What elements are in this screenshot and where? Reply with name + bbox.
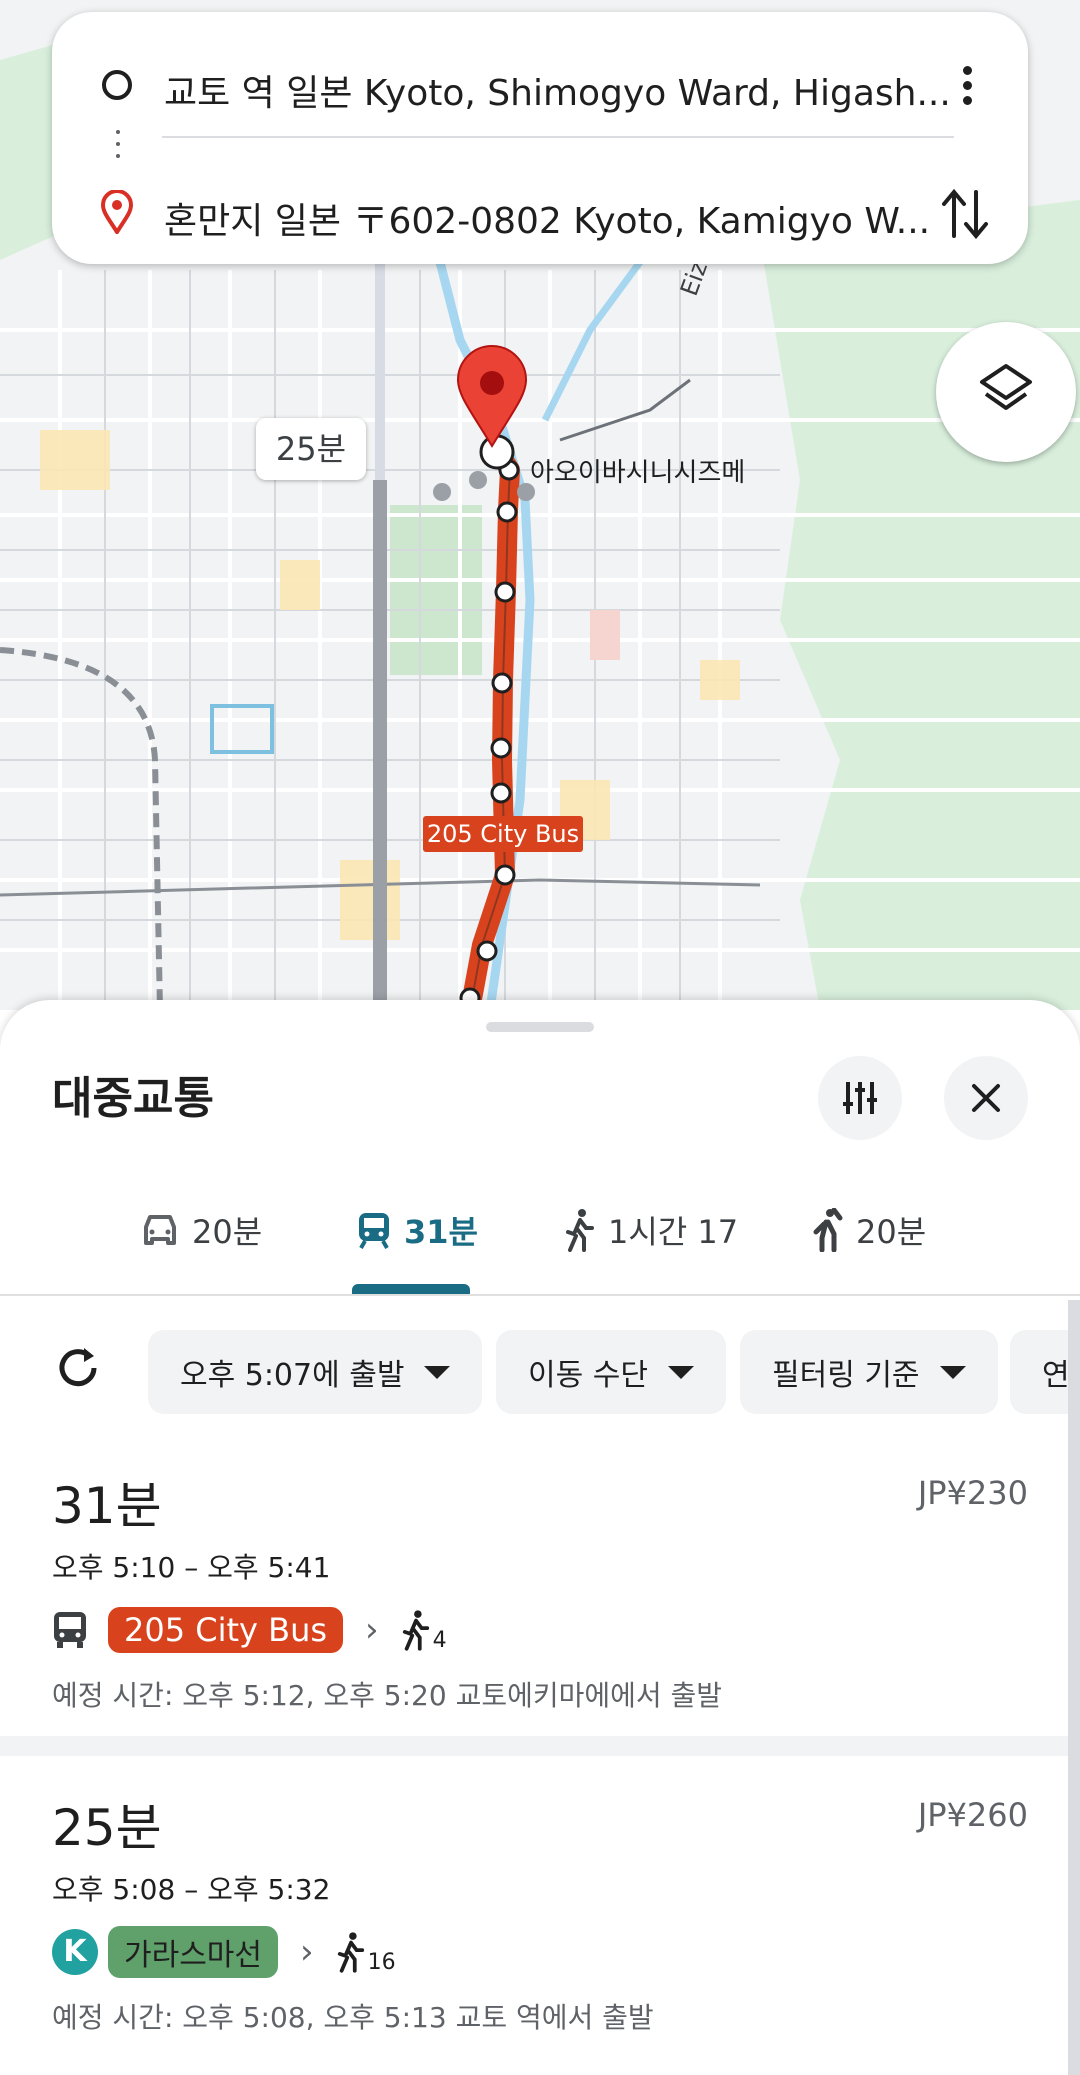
- chevron-down-icon: [939, 1365, 966, 1379]
- active-tab-indicator: [352, 1284, 470, 1294]
- tab-walking[interactable]: 1시간 17: [564, 1190, 738, 1270]
- route-options-button[interactable]: [818, 1056, 902, 1140]
- map-poi-label: 아오이바시니시즈메: [530, 458, 746, 488]
- filter-chips: 오후 5:07에 출발 이동 수단 필터링 기준 연결: [0, 1328, 1080, 1414]
- close-icon: [972, 1084, 1000, 1112]
- chevron-down-icon: [424, 1365, 451, 1379]
- route-steps: 205 City Bus › 4: [52, 1600, 447, 1660]
- route-separator: [0, 1736, 1068, 1756]
- filter-label: 필터링 기준: [772, 1358, 920, 1393]
- refresh-icon[interactable]: [54, 1344, 102, 1396]
- sheet-drag-handle[interactable]: [486, 1022, 594, 1032]
- close-button[interactable]: [944, 1056, 1028, 1140]
- tab-ride-hail-label: 20분: [856, 1213, 927, 1251]
- route-duration: 25분: [52, 1799, 162, 1857]
- directions-card: 교토 역 일본 Kyoto, Shimogyo Ward, Higash... …: [52, 12, 1028, 264]
- route-duration: 31분: [52, 1477, 162, 1535]
- origin-field[interactable]: 교토 역 일본 Kyoto, Shimogyo Ward, Higash...: [164, 64, 964, 116]
- ride-hail-icon: [813, 1208, 843, 1252]
- transit-icon: [359, 1213, 389, 1249]
- route-price: JP¥230: [917, 1474, 1028, 1512]
- tab-driving-label: 20분: [192, 1213, 263, 1251]
- route-option[interactable]: 31분 JP¥230 오후 5:10 – 오후 5:41 205 City Bu…: [0, 1452, 1068, 1732]
- chevron-right-icon: ›: [365, 1610, 379, 1650]
- destination-field[interactable]: 혼만지 일본 〒602-0802 Kyoto, Kamigyo W...: [164, 192, 964, 244]
- swap-icon[interactable]: [940, 186, 990, 246]
- route-departure-note: 예정 시간: 오후 5:08, 오후 5:13 교토 역에서 출발: [52, 2001, 654, 2034]
- subway-line-name: 가라스마선: [108, 1926, 278, 1978]
- chevron-down-icon: [667, 1365, 694, 1379]
- route-time-bubble[interactable]: 25분: [256, 418, 366, 480]
- tab-ride-hail[interactable]: 20분: [810, 1190, 926, 1270]
- destination-pin-icon: [100, 189, 134, 238]
- directions-sheet: 대중교통 20분 31분 1시간 17 20분 오후 5:07에 출발 이동 수…: [0, 1000, 1080, 2075]
- bus-line-badge: 205 City Bus: [108, 1607, 344, 1653]
- route-departure-note: 예정 시간: 오후 5:12, 오후 5:20 교토에키마에에서 출발: [52, 1679, 723, 1712]
- walk-icon: [566, 1209, 594, 1252]
- car-icon: [144, 1215, 176, 1245]
- origin-circle-icon: [102, 70, 132, 100]
- travel-mode-tabs: 20분 31분 1시간 17 20분: [0, 1180, 1080, 1296]
- scrollbar[interactable]: [1068, 1300, 1080, 2075]
- tab-driving[interactable]: 20분: [140, 1190, 262, 1270]
- route-time-range: 오후 5:10 – 오후 5:41: [52, 1551, 331, 1584]
- subway-line-badge: K: [52, 1929, 98, 1975]
- layers-button[interactable]: [936, 322, 1076, 462]
- tune-icon: [843, 1082, 877, 1114]
- sheet-title: 대중교통: [52, 1073, 214, 1124]
- origin-row[interactable]: 교토 역 일본 Kyoto, Shimogyo Ward, Higash...: [52, 36, 1028, 136]
- route-price: JP¥260: [917, 1796, 1028, 1834]
- route-option[interactable]: 25분 JP¥260 오후 5:08 – 오후 5:32 K 가라스마선 › 1…: [0, 1774, 1068, 2064]
- tab-transit[interactable]: 31분: [356, 1190, 478, 1270]
- chevron-right-icon: ›: [300, 1932, 314, 1972]
- depart-time-label: 오후 5:07에 출발: [180, 1358, 405, 1393]
- walk-minutes: 4: [432, 1627, 447, 1653]
- layers-icon: [980, 364, 1032, 410]
- walk-icon: [402, 1610, 429, 1651]
- route-steps: K 가라스마선 › 16: [52, 1922, 396, 1982]
- transit-mode-chip[interactable]: 이동 수단: [496, 1330, 726, 1414]
- bus-icon: [54, 1612, 86, 1648]
- destination-row[interactable]: 혼만지 일본 〒602-0802 Kyoto, Kamigyo W...: [52, 164, 1028, 264]
- more-options-icon[interactable]: [952, 66, 982, 116]
- transit-mode-label: 이동 수단: [528, 1358, 648, 1393]
- bus-route-label[interactable]: 205 City Bus: [423, 816, 583, 852]
- filter-chip[interactable]: 필터링 기준: [740, 1330, 998, 1414]
- route-time-range: 오후 5:08 – 오후 5:32: [52, 1873, 331, 1906]
- tab-walking-label: 1시간 17: [608, 1213, 739, 1251]
- walk-icon: [337, 1932, 364, 1973]
- divider: [162, 136, 954, 138]
- depart-time-chip[interactable]: 오후 5:07에 출발: [148, 1330, 483, 1414]
- walk-minutes: 16: [367, 1949, 396, 1975]
- tab-transit-label: 31분: [404, 1213, 478, 1251]
